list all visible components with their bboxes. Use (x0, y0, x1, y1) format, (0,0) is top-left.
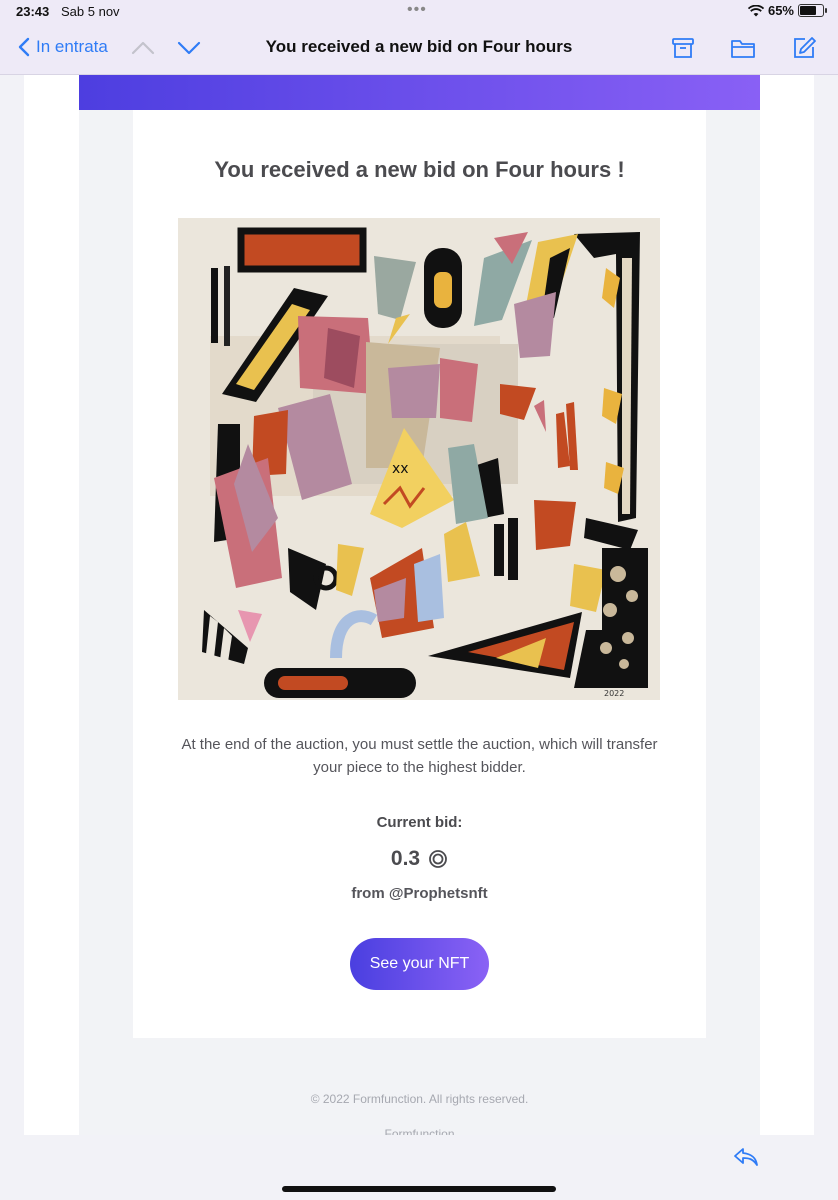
status-right: 65% (747, 3, 827, 18)
status-time: 23:43 (16, 4, 50, 19)
battery-percent: 65% (767, 3, 794, 18)
see-your-nft-button[interactable]: See your NFT (350, 938, 489, 990)
wifi-icon (747, 4, 764, 16)
copyright-text: © 2022 Formfunction. All rights reserved… (310, 1092, 529, 1106)
auction-description: At the end of the auction, you must sett… (181, 736, 658, 776)
archive-button[interactable] (671, 36, 695, 60)
next-message-button[interactable] (177, 36, 201, 60)
multitasking-dots-icon[interactable]: ••• (407, 1, 427, 19)
home-indicator[interactable] (282, 1186, 556, 1192)
bid-value: 0.3 (390, 847, 421, 870)
compose-button[interactable] (792, 36, 816, 60)
bottom-toolbar (0, 1135, 838, 1200)
current-bid-label: Current bid: (376, 814, 463, 831)
status-date: Sab 5 nov (61, 4, 120, 19)
email-card: You received a new bid on Four hours ! x… (133, 110, 706, 1038)
footer-brand: Formfunction (384, 1127, 455, 1135)
previous-message-button[interactable] (131, 36, 155, 60)
email-heading: You received a new bid on Four hours ! (214, 157, 625, 182)
reply-button[interactable] (733, 1145, 759, 1169)
back-button[interactable]: In entrata (18, 37, 108, 57)
move-to-folder-button[interactable] (730, 36, 756, 60)
svg-text:xx: xx (392, 461, 409, 477)
back-label: In entrata (36, 37, 108, 56)
nft-artwork: xx 2022 (178, 218, 660, 700)
bidder-name: from @Prophetsnft (351, 885, 488, 902)
email-container: You received a new bid on Four hours ! x… (79, 75, 760, 1135)
chevron-left-icon (18, 37, 30, 57)
status-bar: 23:43 Sab 5 nov ••• 65% (0, 0, 838, 24)
current-bid-amount: 0.3 (133, 847, 706, 871)
sol-currency-icon (429, 850, 447, 868)
mail-nav-bar: In entrata You received a new bid on Fou… (0, 24, 838, 75)
email-body: You received a new bid on Four hours ! x… (24, 75, 814, 1135)
email-header-banner (79, 75, 760, 110)
message-subject: You received a new bid on Four hours (265, 37, 573, 56)
battery-icon (798, 4, 827, 17)
artwork-signature: 2022 (604, 689, 624, 698)
